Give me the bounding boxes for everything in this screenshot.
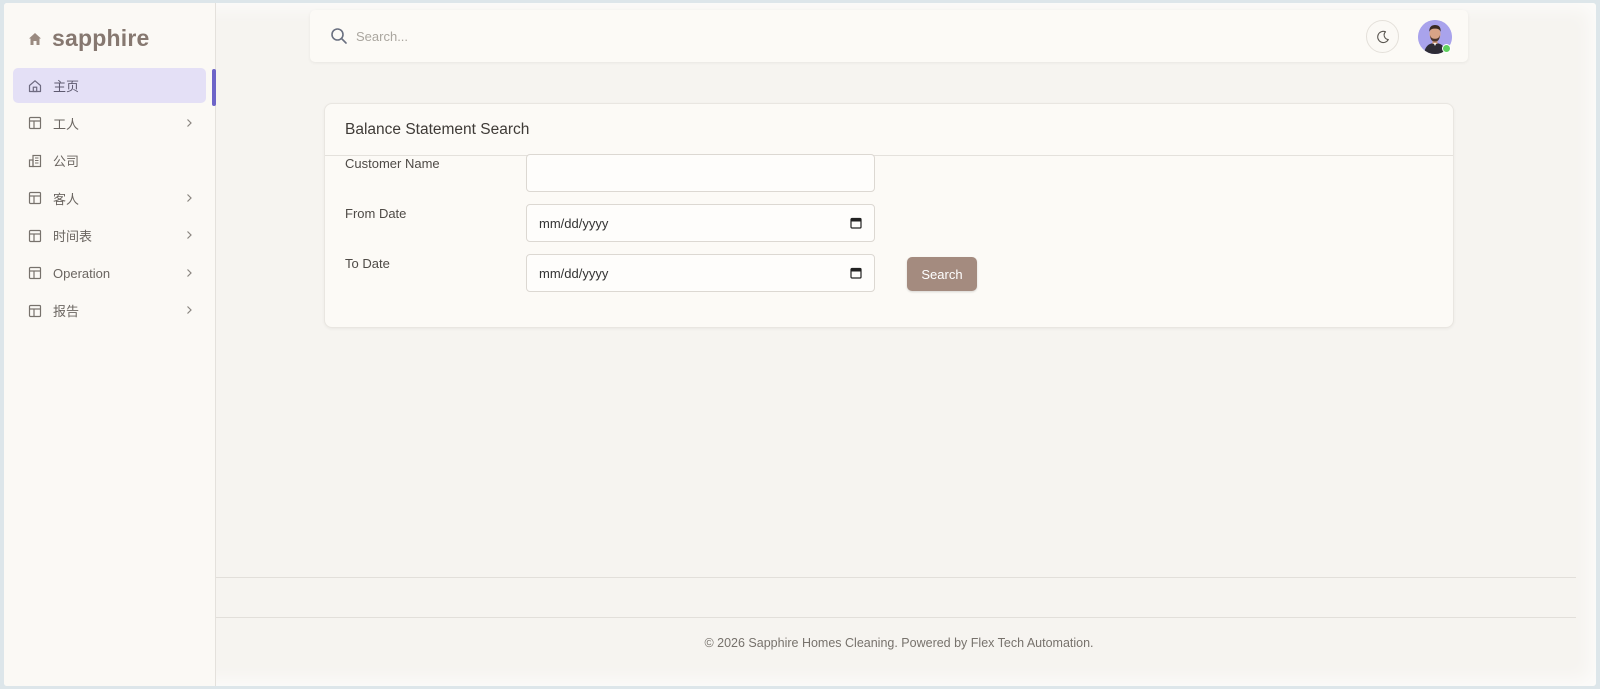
- search-icon: [331, 28, 347, 44]
- footer-divider: [216, 617, 1576, 618]
- sidebar-item-workers[interactable]: 工人: [13, 106, 206, 141]
- sidebar-item-home[interactable]: 主页: [13, 68, 206, 103]
- search-input[interactable]: [356, 22, 956, 50]
- active-indicator: [212, 69, 216, 106]
- building-icon: [28, 154, 42, 167]
- brand-name: sapphire: [52, 25, 150, 51]
- calendar-icon[interactable]: [850, 267, 862, 279]
- sidebar-item-schedule[interactable]: 时间表: [13, 218, 206, 253]
- sidebar-item-label: Operation: [53, 265, 111, 281]
- online-status-indicator: [1442, 44, 1451, 53]
- layout-icon: [28, 304, 42, 317]
- to-date-input[interactable]: mm/dd/yyyy: [526, 254, 875, 292]
- user-avatar[interactable]: [1418, 20, 1452, 54]
- home-outline-icon: [28, 79, 42, 92]
- chevron-right-icon: [187, 193, 192, 202]
- chevron-right-icon: [187, 231, 192, 239]
- sidebar-item-reports[interactable]: 报告: [13, 293, 206, 328]
- to-date-label: To Date: [345, 256, 390, 271]
- from-date-value: mm/dd/yyyy: [539, 215, 609, 231]
- sidebar-item-company[interactable]: 公司: [13, 143, 206, 178]
- chevron-right-icon: [187, 118, 192, 127]
- home-icon: [29, 32, 41, 45]
- theme-toggle-button[interactable]: [1366, 20, 1399, 53]
- card-title: Balance Statement Search: [345, 121, 530, 138]
- moon-icon: [1376, 30, 1389, 43]
- chevron-right-icon: [187, 306, 192, 314]
- layout-icon: [28, 116, 42, 130]
- sidebar-item-label: 公司: [53, 154, 80, 169]
- layout-icon: [28, 191, 42, 205]
- sidebar: sapphire 主页 工人 公司 客人 时间表 Operation 报告: [4, 3, 216, 686]
- footer-copyright: © 2026 Sapphire Homes Cleaning. Powered …: [704, 636, 1094, 650]
- balance-statement-card: Balance Statement Search Customer Name F…: [324, 103, 1454, 328]
- calendar-icon[interactable]: [850, 217, 862, 229]
- layout-icon: [28, 266, 42, 280]
- card-divider: [325, 155, 1453, 156]
- customer-name-input[interactable]: [526, 154, 875, 192]
- from-date-label: From Date: [345, 206, 407, 221]
- chevron-right-icon: [187, 268, 192, 277]
- search-button[interactable]: Search: [907, 257, 977, 291]
- to-date-value: mm/dd/yyyy: [539, 265, 609, 281]
- customer-name-label: Customer Name: [345, 156, 440, 171]
- from-date-input[interactable]: mm/dd/yyyy: [526, 204, 875, 242]
- layout-icon: [28, 229, 42, 242]
- footer-divider: [216, 577, 1576, 578]
- sidebar-item-label: 客人: [53, 191, 80, 207]
- sidebar-item-label: 时间表: [53, 229, 93, 244]
- sidebar-item-label: 主页: [53, 79, 80, 94]
- sidebar-item-label: 报告: [53, 304, 80, 319]
- brand[interactable]: sapphire: [28, 25, 149, 52]
- sidebar-item-operation[interactable]: Operation: [13, 256, 206, 291]
- topbar: [310, 10, 1468, 62]
- sidebar-item-customers[interactable]: 客人: [13, 181, 206, 216]
- sidebar-item-label: 工人: [53, 116, 80, 132]
- sidebar-nav: 主页 工人 公司 客人 时间表 Operation 报告: [13, 68, 206, 331]
- app-window: sapphire 主页 工人 公司 客人 时间表 Operation 报告 Se…: [4, 3, 1596, 686]
